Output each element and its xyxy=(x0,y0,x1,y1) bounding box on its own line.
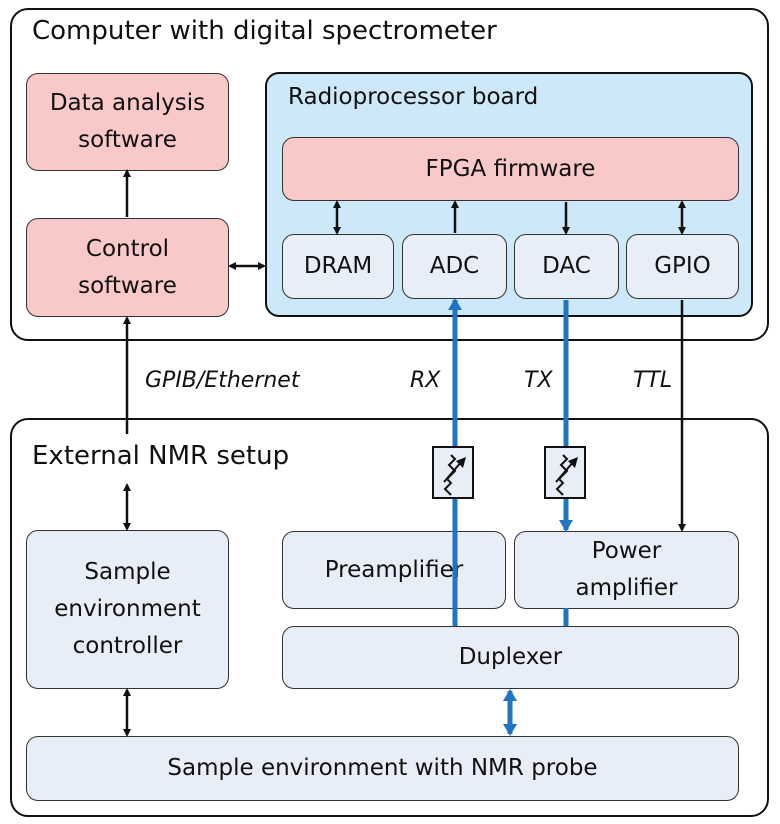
connections xyxy=(123,169,686,737)
diagram: Computer with digital spectrometer Data … xyxy=(0,0,780,824)
tx-attenuator-icon xyxy=(544,446,586,499)
rx-attenuator-icon xyxy=(432,446,474,499)
